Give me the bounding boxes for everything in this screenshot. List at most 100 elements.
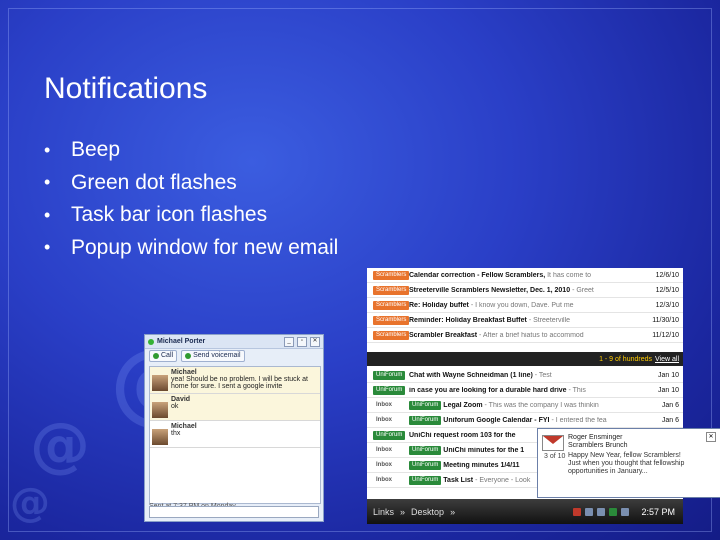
voicemail-icon xyxy=(185,353,192,359)
voicemail-button[interactable]: Send voicemail xyxy=(181,350,245,362)
desktop-toolbar[interactable]: Desktop xyxy=(411,507,444,517)
call-label: Call xyxy=(161,352,174,359)
bullet-item: • Green dot flashes xyxy=(44,167,338,200)
snippet-text: - Streeterville xyxy=(528,316,571,324)
inbox-label: Inbox xyxy=(376,461,392,468)
chat-message: Michael yea! Should be no problem. I will… xyxy=(150,367,320,394)
tray-volume-icon[interactable] xyxy=(597,507,606,516)
label-tag: UniForum xyxy=(409,415,442,425)
label-tag: Scramblers xyxy=(373,315,410,325)
table-row[interactable]: Scramblers Calendar correction - Fellow S… xyxy=(367,268,683,283)
snippet-text: - Test xyxy=(534,371,552,379)
chat-message: Michael thx xyxy=(150,421,320,448)
inbox-label: Inbox xyxy=(376,476,392,483)
links-toolbar[interactable]: Links xyxy=(373,507,394,517)
subject-text: UniChi minutes for the 1 xyxy=(443,446,525,454)
label-tag: UniForum xyxy=(409,400,442,410)
clock[interactable]: 2:57 PM xyxy=(633,507,683,517)
table-row[interactable]: Scramblers Streeterville Scramblers Newsl… xyxy=(367,283,683,298)
row-date: Jan 10 xyxy=(657,371,679,379)
message-sender: David xyxy=(171,396,191,403)
bullet-icon: • xyxy=(44,172,51,193)
bullet-text: Task bar icon flashes xyxy=(71,203,268,227)
slide-title: Notifications xyxy=(44,72,208,105)
tray-app-icon[interactable] xyxy=(621,507,630,516)
popup-body: Happy New Year, fellow Scramblers! Just … xyxy=(568,452,685,475)
row-label: Scramblers xyxy=(367,300,410,310)
subject-text: Streeterville Scramblers Newsletter, Dec… xyxy=(409,286,571,294)
snippet-text: - I entered the fea xyxy=(551,416,607,424)
chevron-icon[interactable]: » xyxy=(450,507,455,517)
popup-sender: Roger Ensminger xyxy=(568,434,623,441)
pager-text: 1 - 9 of hundreds xyxy=(599,355,652,363)
close-icon[interactable]: ✕ xyxy=(706,432,716,442)
table-row[interactable]: Scramblers Scrambler Breakfast - After a … xyxy=(367,328,683,343)
label-tag: UniForum xyxy=(409,445,442,455)
subject-text: UniChi request room 103 for the xyxy=(409,431,516,439)
row-label: Inbox xyxy=(367,446,409,455)
bullet-icon: • xyxy=(44,139,51,160)
system-tray: 2:57 PM xyxy=(573,507,683,517)
message-text: thx xyxy=(171,430,181,437)
snippet-text: - I know you down, Dave. Put me xyxy=(470,301,574,309)
chevron-icon[interactable]: » xyxy=(400,507,405,517)
row-label: Scramblers xyxy=(367,315,410,325)
table-row[interactable]: Scramblers Re: Holiday buffet - I know yo… xyxy=(367,298,683,313)
row-label: Inbox xyxy=(367,461,409,470)
snippet-text: - Everyone - Look xyxy=(475,476,531,484)
bullet-text: Green dot flashes xyxy=(71,170,237,194)
close-icon[interactable]: ✕ xyxy=(310,336,320,347)
pager-bar: 1 - 9 of hundreds View all xyxy=(367,352,683,366)
row-subject: Reminder: Holiday Breakfast Buffet - Str… xyxy=(409,317,645,324)
bullet-text: Popup window for new email xyxy=(71,235,339,259)
avatar xyxy=(152,375,168,391)
tray-shield-icon[interactable] xyxy=(609,507,618,516)
tray-gmail-icon[interactable] xyxy=(573,507,582,516)
table-row[interactable]: Inbox UniForum Legal Zoom - This was the … xyxy=(367,398,683,413)
row-date: Jan 6 xyxy=(661,401,679,409)
snippet-text: - Greet xyxy=(572,286,594,294)
bullet-list: • Beep • Green dot flashes • Task bar icon … xyxy=(44,134,338,264)
row-subject: Calendar correction - Fellow Scramblers,… xyxy=(409,272,645,279)
call-button[interactable]: Call xyxy=(149,350,178,362)
subject-text: Scrambler Breakfast xyxy=(409,331,478,339)
label-tag: UniForum xyxy=(409,460,442,470)
chat-messages[interactable]: Michael yea! Should be no problem. I will… xyxy=(149,366,321,504)
chat-title-bar[interactable]: Michael Porter _ ▫ ✕ xyxy=(145,335,323,349)
avatar xyxy=(152,429,168,445)
row-date: Jan 6 xyxy=(661,416,679,424)
chat-input[interactable] xyxy=(149,506,319,518)
table-row[interactable]: UniForum in case you are looking for a du… xyxy=(367,383,683,398)
table-row[interactable]: Inbox UniForum Uniforum Google Calendar -… xyxy=(367,413,683,428)
view-all-link[interactable]: View all xyxy=(655,356,679,363)
row-date: 11/30/10 xyxy=(652,316,679,324)
bullet-icon: • xyxy=(44,237,51,258)
envelope-icon xyxy=(542,435,564,451)
popout-icon[interactable]: ▫ xyxy=(297,336,307,347)
table-row[interactable]: Scramblers Reminder: Holiday Breakfast Bu… xyxy=(367,313,683,328)
row-label: Scramblers xyxy=(367,330,410,340)
subject-text: Chat with Wayne Schneidman (1 line) xyxy=(409,371,533,379)
label-tag: UniForum xyxy=(409,475,442,485)
row-date: 11/12/10 xyxy=(652,331,679,339)
bullet-item: • Task bar icon flashes xyxy=(44,199,338,232)
row-subject: Legal Zoom - This was the company I was … xyxy=(441,402,645,409)
phone-icon xyxy=(153,353,159,359)
bullet-item: • Popup window for new email xyxy=(44,232,338,265)
bullet-text: Beep xyxy=(71,138,121,162)
tray-network-icon[interactable] xyxy=(585,507,594,516)
subject-text: Uniforum Google Calendar - FYI xyxy=(443,416,550,424)
minimize-icon[interactable]: _ xyxy=(284,336,294,347)
chat-toolbar: Call Send voicemail xyxy=(145,349,323,363)
row-date: 12/5/10 xyxy=(655,286,679,294)
inbox-label: Inbox xyxy=(376,416,392,423)
subject-text: Reminder: Holiday Breakfast Buffet xyxy=(409,316,527,324)
snippet-text: - This was the company I was thinkin xyxy=(484,401,599,409)
online-status-icon xyxy=(148,338,154,345)
new-email-popup[interactable]: 3 of 10 Roger Ensminger Scramblers Brunc… xyxy=(537,428,720,498)
row-subject: Re: Holiday buffet - I know you down, Da… xyxy=(409,302,645,309)
row-label: Scramblers xyxy=(367,285,410,295)
row-label: UniForum xyxy=(367,385,409,395)
subject-text: in case you are looking for a durable ha… xyxy=(409,386,567,394)
table-row[interactable]: UniForum Chat with Wayne Schneidman (1 li… xyxy=(367,368,683,383)
